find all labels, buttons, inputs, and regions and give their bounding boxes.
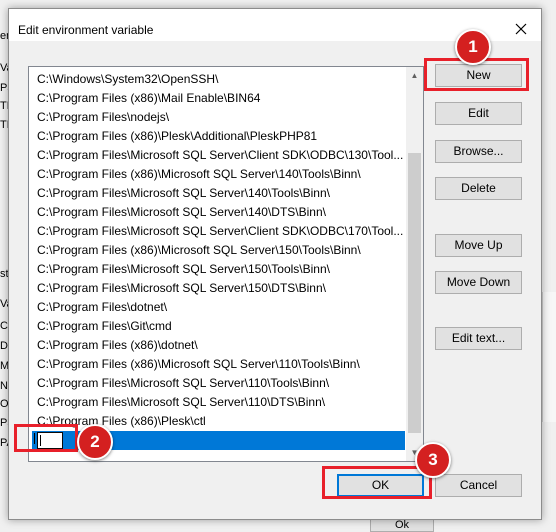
path-list-item[interactable]: C:\Program Files\Microsoft SQL Server\14… xyxy=(32,184,405,203)
move-up-button[interactable]: Move Up xyxy=(435,234,522,257)
step-marker-1: 1 xyxy=(455,29,491,65)
path-list-item[interactable]: C:\Program Files (x86)\Mail Enable\BIN64 xyxy=(32,89,405,108)
close-button[interactable] xyxy=(511,19,531,39)
path-list-item[interactable]: C:\Program Files (x86)\dotnet\ xyxy=(32,336,405,355)
background-ok-button: Ok xyxy=(370,518,434,532)
path-list[interactable]: ▲ ▼ C:\Windows\System32\OpenSSH\ C:\Progr… xyxy=(28,66,424,462)
new-entry-highlight xyxy=(14,424,78,452)
path-list-item[interactable]: C:\Program Files\nodejs\ xyxy=(32,108,405,127)
path-list-item[interactable]: C:\Program Files\Git\cmd xyxy=(32,317,405,336)
path-list-item[interactable]: C:\Program Files\Microsoft SQL Server\11… xyxy=(32,374,405,393)
cancel-button[interactable]: Cancel xyxy=(435,474,522,497)
path-list-item[interactable]: C:\Program Files\Microsoft SQL Server\Cl… xyxy=(32,222,405,241)
background-scrollbar xyxy=(542,292,556,422)
move-down-button[interactable]: Move Down xyxy=(435,271,522,294)
path-list-item[interactable]: C:\Program Files\Microsoft SQL Server\15… xyxy=(32,279,405,298)
path-list-item[interactable]: C:\Program Files (x86)\Microsoft SQL Ser… xyxy=(32,355,405,374)
path-list-item[interactable]: C:\Program Files (x86)\Plesk\Additional\… xyxy=(32,127,405,146)
path-list-item[interactable]: C:\Program Files\Microsoft SQL Server\Cl… xyxy=(32,146,405,165)
edit-text-button[interactable]: Edit text... xyxy=(435,327,522,350)
scroll-up-arrow-icon[interactable]: ▲ xyxy=(406,67,423,84)
path-list-item[interactable]: C:\Program Files\dotnet\ xyxy=(32,298,405,317)
dialog-title: Edit environment variable xyxy=(18,23,154,37)
step-marker-3: 3 xyxy=(415,442,451,478)
delete-button[interactable]: Delete xyxy=(435,177,522,200)
path-list-item[interactable]: C:\Program Files\Microsoft SQL Server\15… xyxy=(32,260,405,279)
browse-button[interactable]: Browse... xyxy=(435,140,522,163)
path-list-item[interactable]: C:\Program Files\Microsoft SQL Server\11… xyxy=(32,393,405,412)
path-list-item[interactable]: C:\Program Files (x86)\Microsoft SQL Ser… xyxy=(32,165,405,184)
close-icon xyxy=(515,23,527,35)
step-marker-2: 2 xyxy=(77,424,113,460)
ok-button-highlight xyxy=(322,466,432,499)
vertical-scrollbar[interactable]: ▲ ▼ xyxy=(406,67,423,461)
edit-button[interactable]: Edit xyxy=(435,102,522,125)
path-list-item[interactable]: C:\Program Files\Microsoft SQL Server\14… xyxy=(32,203,405,222)
background-window-right xyxy=(542,0,556,525)
path-list-item[interactable]: C:\Windows\System32\OpenSSH\ xyxy=(32,70,405,89)
scrollbar-thumb[interactable] xyxy=(408,153,421,433)
path-list-item[interactable]: C:\Program Files (x86)\Microsoft SQL Ser… xyxy=(32,241,405,260)
